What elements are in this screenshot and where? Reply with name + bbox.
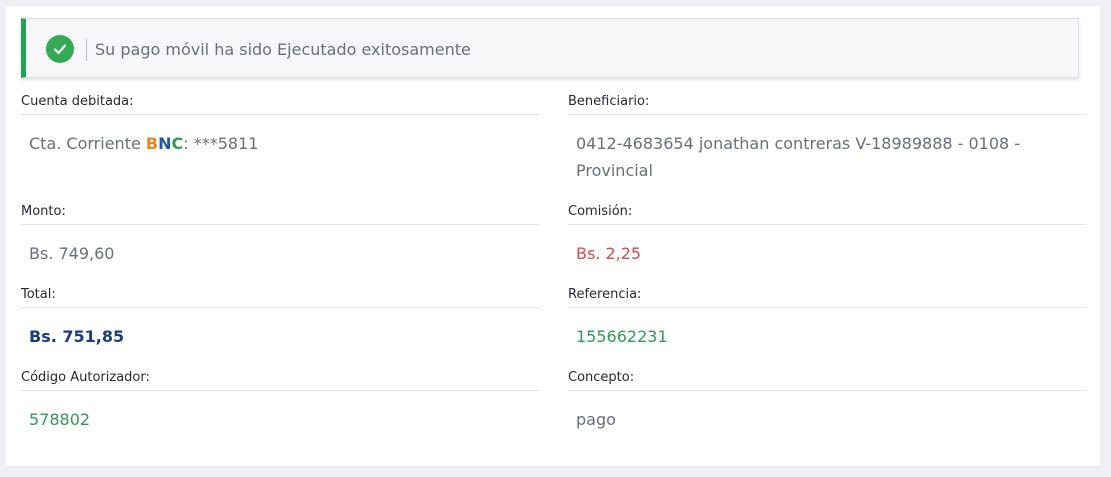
divider — [21, 307, 539, 308]
bank-logo-c: C — [171, 134, 184, 153]
referencia-value: 155662231 — [576, 327, 668, 346]
concepto-label: Concepto: — [568, 370, 635, 385]
success-alert: Su pago móvil ha sido Ejecutado exitosam… — [21, 18, 1079, 78]
bank-logo-b: B — [145, 134, 159, 153]
divider — [568, 390, 1086, 391]
alert-message: Su pago móvil ha sido Ejecutado exitosam… — [95, 40, 471, 59]
divider — [21, 224, 539, 225]
comision-value: Bs. 2,25 — [576, 244, 642, 263]
total-label: Total: — [21, 287, 56, 302]
codigo-autorizador-label: Código Autorizador: — [21, 370, 150, 385]
beneficiario-value: 0412-4683654 jonathan contreras V-189898… — [576, 134, 1021, 180]
alert-divider — [86, 39, 87, 61]
monto-value: Bs. 749,60 — [29, 244, 115, 263]
account-number: : ***5811 — [183, 134, 259, 153]
total-value: Bs. 751,85 — [29, 327, 125, 346]
divider — [21, 114, 539, 115]
monto-label: Monto: — [21, 204, 66, 219]
divider — [568, 224, 1086, 225]
check-circle-icon — [46, 35, 74, 63]
cuenta-debitada-value: Cta. Corriente BNC: ***5811 — [29, 130, 258, 157]
divider — [568, 307, 1086, 308]
cuenta-debitada-label: Cuenta debitada: — [21, 94, 134, 109]
divider — [21, 390, 539, 391]
referencia-label: Referencia: — [568, 287, 642, 302]
payment-receipt-card: Su pago móvil ha sido Ejecutado exitosam… — [6, 6, 1100, 467]
divider — [568, 114, 1086, 115]
comision-label: Comisión: — [568, 204, 633, 219]
beneficiario-label: Beneficiario: — [568, 94, 650, 109]
concepto-value: pago — [576, 410, 616, 429]
bank-logo-n: N — [158, 134, 172, 153]
codigo-autorizador-value: 578802 — [29, 410, 91, 429]
account-type: Cta. Corriente — [29, 134, 146, 153]
